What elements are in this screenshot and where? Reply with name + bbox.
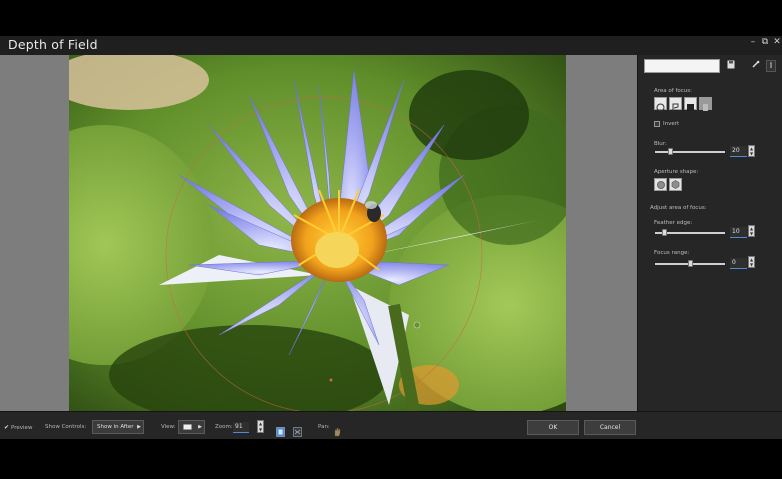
restore-icon[interactable]: ⧉ <box>760 37 770 47</box>
save-preset-icon[interactable] <box>726 60 736 72</box>
zoom-value-input[interactable]: 91 <box>233 422 249 433</box>
freehand-area-button[interactable] <box>669 97 682 111</box>
blur-spinner[interactable]: ▲ ▼ <box>748 145 755 157</box>
zoom-spinner[interactable]: ▲ ▼ <box>257 420 264 433</box>
preview-checkbox[interactable]: ✔ Preview <box>4 424 32 431</box>
adjust-area-label: Adjust area of focus: <box>650 205 707 211</box>
depth-of-field-dialog: Depth of Field – ⧉ ✕ Area of focus: Inve… <box>0 0 782 479</box>
area-of-focus-label: Area of focus: <box>654 88 692 94</box>
ok-button[interactable]: OK <box>527 420 579 435</box>
photo-preview[interactable] <box>69 55 566 411</box>
pan-label: Pan: <box>318 424 330 430</box>
dialog-title: Depth of Field <box>8 37 98 52</box>
focus-range-slider-handle[interactable] <box>687 260 693 267</box>
show-controls-value: Show in After <box>97 424 134 430</box>
cancel-button[interactable]: Cancel <box>584 420 636 435</box>
mask-area-button[interactable] <box>699 97 712 111</box>
focus-range-value-input[interactable]: 0 <box>730 258 747 269</box>
polygon-aperture-icon <box>671 180 680 189</box>
dropdown-arrow-icon: ▶ <box>137 424 141 430</box>
blur-label: Blur: <box>654 141 667 147</box>
focus-range-spinner[interactable]: ▲ ▼ <box>748 256 755 268</box>
preset-input[interactable] <box>644 59 720 73</box>
bottom-toolbar: ✔ Preview Show Controls: Show in After ▶… <box>0 411 782 439</box>
show-controls-label: Show Controls: <box>45 424 87 430</box>
actual-size-icon[interactable] <box>293 422 302 437</box>
reset-icon[interactable] <box>751 60 761 72</box>
rectangle-area-button[interactable] <box>684 97 697 111</box>
zoom-to-fit-icon[interactable] <box>276 422 285 437</box>
close-icon[interactable]: ✕ <box>772 37 782 47</box>
settings-panel: Area of focus: Invert Blur: 20 ▲ ▼ Apertu <box>637 55 782 411</box>
invert-label: Invert <box>663 121 680 127</box>
round-aperture-icon <box>656 180 665 189</box>
blur-value-input[interactable]: 20 <box>730 146 747 157</box>
focus-range-slider[interactable] <box>655 260 725 267</box>
zoom-label: Zoom: <box>215 424 233 430</box>
focus-range-label: Focus range: <box>654 250 690 256</box>
view-dropdown-arrow-icon: ▶ <box>198 424 202 430</box>
feather-slider-handle[interactable] <box>661 229 667 236</box>
minimize-icon[interactable]: – <box>748 37 758 47</box>
pan-hand-icon[interactable] <box>333 422 342 437</box>
aperture-polygon-button[interactable] <box>669 178 682 191</box>
aperture-round-button[interactable] <box>654 178 667 191</box>
feather-slider[interactable] <box>655 229 725 236</box>
show-controls-dropdown[interactable]: Show in After ▶ <box>92 420 144 434</box>
invert-checkbox[interactable]: Invert <box>654 121 679 127</box>
area-shape-buttons <box>654 97 712 112</box>
check-icon[interactable]: ✔ <box>4 424 9 431</box>
lotus-photo <box>69 55 566 411</box>
aperture-shape-buttons <box>654 178 682 191</box>
blur-slider[interactable] <box>655 148 725 155</box>
preview-label: Preview <box>11 424 33 431</box>
circle-area-button[interactable] <box>654 97 667 112</box>
blur-slider-handle[interactable] <box>668 148 673 155</box>
preview-canvas[interactable] <box>0 55 637 411</box>
aperture-shape-label: Aperture shape: <box>654 169 699 175</box>
feather-spinner[interactable]: ▲ ▼ <box>748 225 755 237</box>
view-dropdown[interactable]: ▶ <box>178 420 205 434</box>
title-bar: Depth of Field – ⧉ ✕ <box>0 36 782 55</box>
view-label: View: <box>161 424 176 430</box>
single-view-icon <box>183 424 192 430</box>
feather-value-input[interactable]: 10 <box>730 227 747 238</box>
invert-check-icon[interactable] <box>654 121 660 127</box>
panel-menu-icon[interactable] <box>766 60 776 72</box>
feather-edge-label: Feather edge: <box>654 220 693 226</box>
